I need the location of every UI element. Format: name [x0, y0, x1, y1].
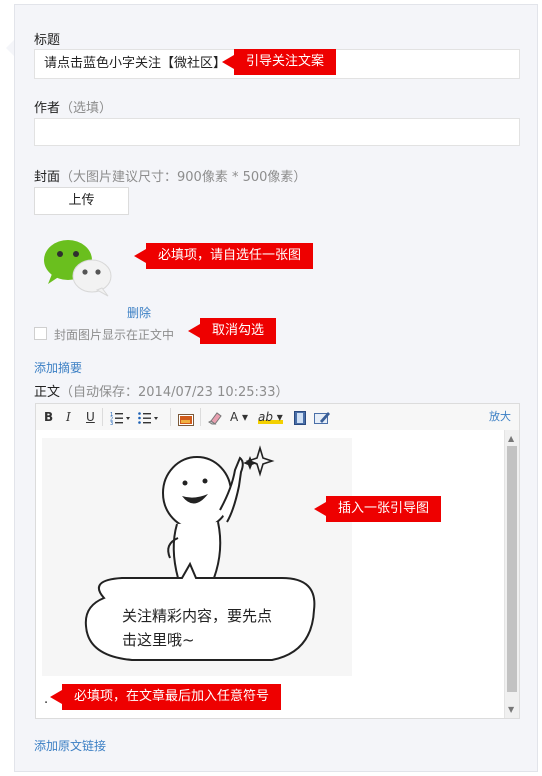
trailing-symbol: .: [44, 692, 49, 707]
edit-picture-icon[interactable]: [314, 410, 330, 429]
underline-button[interactable]: U: [86, 410, 95, 424]
callout-insert-guide-image: 插入一张引导图: [313, 496, 442, 522]
wechat-logo-icon: [40, 236, 116, 298]
font-color-button[interactable]: A ▾: [230, 410, 248, 424]
autosave-hint: （自动保存：2014/07/23 10:25:33）: [60, 385, 289, 400]
font-color-label: A: [230, 410, 239, 424]
highlight-button[interactable]: ab ▾: [258, 410, 283, 424]
author-hint: （选填）: [60, 101, 113, 116]
scroll-down-arrow-icon[interactable]: ▼: [508, 705, 514, 714]
insert-image-icon[interactable]: [178, 411, 194, 430]
body-label: 正文（自动保存：2014/07/23 10:25:33）: [34, 381, 288, 400]
title-label: 标题: [34, 33, 61, 48]
toolbar-divider: [200, 408, 201, 426]
guide-image-text: 关注精彩内容，要先点 击这里哦~: [122, 607, 273, 649]
expand-editor-link[interactable]: 放大: [489, 410, 511, 424]
author-input[interactable]: [34, 118, 520, 146]
toolbar-divider: [170, 408, 171, 426]
eraser-icon[interactable]: [208, 410, 222, 429]
cover-label-text: 封面: [34, 170, 61, 185]
bullet-list-icon[interactable]: [138, 410, 160, 429]
italic-button[interactable]: I: [66, 410, 71, 424]
svg-text:3: 3: [110, 421, 113, 425]
author-label-text: 作者: [34, 101, 61, 116]
scrollbar-thumb[interactable]: [507, 446, 517, 692]
cover-label: 封面（大图片建议尺寸：900像素 * 500像素）: [34, 166, 306, 185]
upload-button[interactable]: 上传: [34, 187, 129, 215]
author-label: 作者（选填）: [34, 97, 112, 116]
body-label-text: 正文: [34, 385, 61, 400]
scroll-up-arrow-icon[interactable]: ▲: [508, 434, 514, 443]
guide-image: 关注精彩内容，要先点 击这里哦~: [42, 438, 352, 676]
ordered-list-icon[interactable]: 123: [110, 410, 132, 429]
panel-pointer: [6, 40, 14, 56]
highlight-label: ab: [258, 410, 273, 424]
show-cover-checkbox[interactable]: [34, 327, 47, 340]
video-icon[interactable]: [294, 410, 306, 429]
editor-toolbar: B I U 123 A ▾ ab ▾ 放大: [35, 403, 520, 431]
callout-cover-required: 必填项，请自选任一张图: [133, 243, 314, 269]
callout-uncheck: 取消勾选: [187, 318, 277, 344]
body-editor[interactable]: 关注精彩内容，要先点 击这里哦~ . ▲ ▼: [35, 430, 520, 719]
show-cover-label: 封面图片显示在正文中: [54, 328, 175, 342]
bold-button[interactable]: B: [44, 410, 53, 424]
add-summary-link[interactable]: 添加摘要: [34, 359, 82, 376]
callout-guide-text: 引导关注文案: [221, 49, 337, 75]
add-source-link[interactable]: 添加原文链接: [34, 737, 106, 754]
editor-scrollbar[interactable]: ▲ ▼: [504, 430, 519, 718]
toolbar-divider: [102, 408, 103, 426]
callout-symbol-required: 必填项，在文章最后加入任意符号: [49, 684, 282, 710]
delete-cover-link[interactable]: 删除: [127, 304, 151, 321]
cover-hint: （大图片建议尺寸：900像素 * 500像素）: [60, 170, 307, 185]
